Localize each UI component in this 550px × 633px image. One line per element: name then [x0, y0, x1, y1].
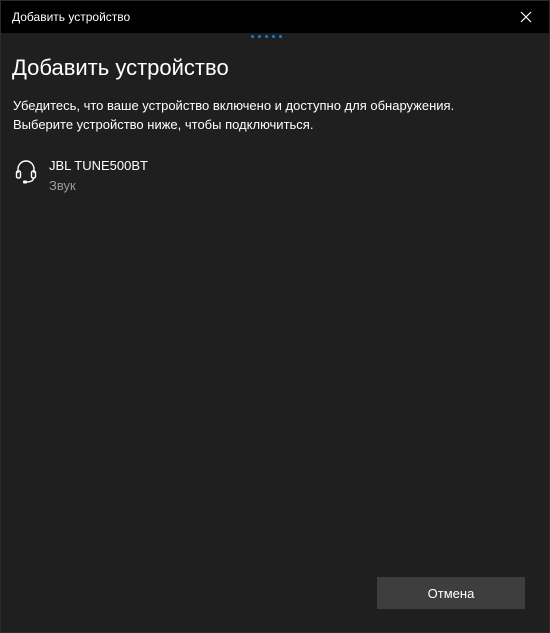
- progress-dot: [265, 35, 268, 38]
- searching-progress-indicator: [251, 35, 282, 38]
- instruction-line-2: Выберите устройство ниже, чтобы подключи…: [13, 117, 314, 132]
- device-name: JBL TUNE500BT: [49, 158, 148, 173]
- instruction-line-1: Убедитесь, что ваше устройство включено …: [13, 98, 455, 113]
- title-bar[interactable]: Добавить устройство: [1, 1, 549, 33]
- window-title: Добавить устройство: [12, 10, 131, 24]
- dialog-heading: Добавить устройство: [12, 55, 229, 80]
- device-type: Звук: [49, 178, 76, 193]
- instruction-text: Убедитесь, что ваше устройство включено …: [13, 96, 533, 134]
- headset-icon: [15, 160, 37, 184]
- dialog-content: Добавить устройство Убедитесь, что ваше …: [1, 33, 549, 632]
- progress-dot: [251, 35, 254, 38]
- add-device-window: Добавить устройство Добавить устройство …: [0, 0, 550, 633]
- device-item-jbl-tune500bt[interactable]: JBL TUNE500BT Звук: [13, 154, 313, 194]
- progress-dot: [272, 35, 275, 38]
- cancel-button[interactable]: Отмена: [377, 577, 525, 609]
- close-icon: [520, 11, 532, 23]
- progress-dot: [258, 35, 261, 38]
- progress-dot: [279, 35, 282, 38]
- close-button[interactable]: [503, 1, 549, 33]
